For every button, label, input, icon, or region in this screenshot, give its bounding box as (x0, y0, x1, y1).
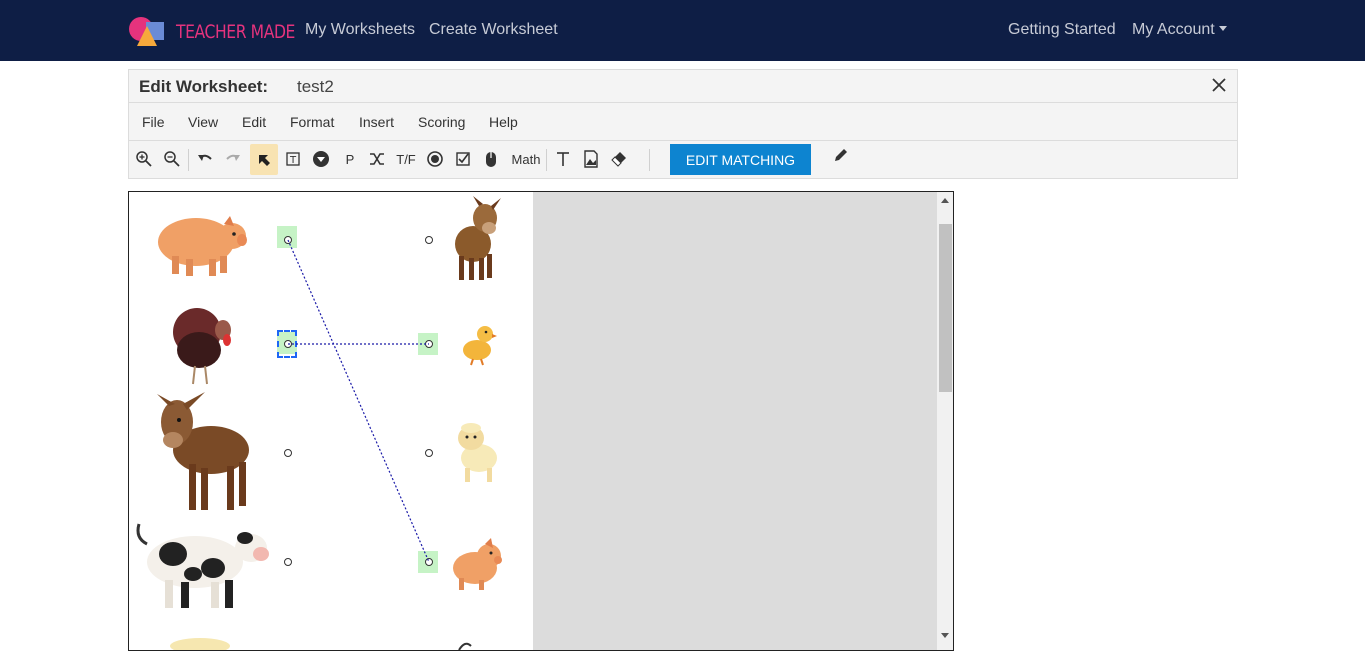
top-navbar: TEACHER MADE My Worksheets Create Worksh… (0, 0, 1365, 61)
text-box-icon[interactable]: T (279, 145, 307, 173)
edit-matching-button[interactable]: EDIT MATCHING (670, 144, 811, 175)
zoom-out-icon[interactable] (158, 145, 186, 173)
canvas-background (533, 192, 937, 650)
paragraph-icon[interactable]: P (336, 145, 364, 173)
donkey-small-image[interactable] (449, 196, 507, 282)
match-point-right-duckling[interactable] (425, 340, 433, 348)
nav-my-worksheets[interactable]: My Worksheets (305, 21, 415, 39)
worksheet-canvas[interactable] (128, 191, 954, 651)
scroll-up-icon[interactable] (941, 198, 949, 203)
nav-getting-started[interactable]: Getting Started (1008, 21, 1116, 39)
match-point-left-cow[interactable] (284, 558, 292, 566)
match-point-left-turkey[interactable] (284, 340, 292, 348)
redo-icon[interactable] (219, 145, 247, 173)
zoom-in-icon[interactable] (130, 145, 158, 173)
menu-file[interactable]: File (142, 114, 165, 130)
menu-edit[interactable]: Edit (242, 114, 266, 130)
match-point-left-donkey[interactable] (284, 449, 292, 457)
edit-worksheet-header: Edit Worksheet: test2 (128, 69, 1238, 103)
my-account-label: My Account (1132, 21, 1215, 38)
text-tool-icon[interactable] (549, 145, 577, 173)
close-icon[interactable] (1209, 75, 1229, 95)
toolbar-divider (188, 149, 189, 171)
eraser-icon[interactable] (605, 145, 633, 173)
turkey-image[interactable] (167, 304, 239, 386)
undo-icon[interactable] (191, 145, 219, 173)
menu-insert[interactable]: Insert (359, 114, 394, 130)
piglet-image[interactable] (449, 538, 507, 592)
scrollbar-thumb[interactable] (939, 224, 952, 392)
math-label: Math (511, 151, 541, 167)
match-point-right-donkey[interactable] (425, 236, 433, 244)
select-arrow-icon[interactable] (250, 144, 278, 175)
nav-my-account[interactable]: My Account (1132, 21, 1227, 39)
pig-image[interactable] (154, 204, 249, 279)
paragraph-label: P (345, 151, 355, 167)
menu-format[interactable]: Format (290, 114, 334, 130)
image-icon[interactable] (577, 145, 605, 173)
match-point-left-pig[interactable] (284, 236, 292, 244)
svg-text:T: T (289, 155, 297, 166)
vertical-scrollbar[interactable] (937, 192, 953, 650)
true-false-icon[interactable]: T/F (392, 145, 420, 173)
toolbar-divider (546, 149, 547, 171)
teachermade-logo[interactable]: TEACHER MADE (128, 14, 295, 48)
menu-view[interactable]: View (188, 114, 218, 130)
donkey-image[interactable] (149, 392, 254, 514)
connection-line-pig-piglet (287, 239, 430, 563)
shuffle-icon[interactable] (363, 145, 391, 173)
scroll-down-icon[interactable] (941, 633, 949, 638)
menu-help[interactable]: Help (489, 114, 518, 130)
worksheet-name[interactable]: test2 (297, 77, 334, 97)
partial-animal-right-image (458, 642, 472, 650)
pencil-icon[interactable] (827, 141, 855, 169)
match-point-right-lamb[interactable] (425, 449, 433, 457)
menu-scoring[interactable]: Scoring (418, 114, 465, 130)
cow-image[interactable] (133, 518, 271, 612)
logo-text: TEACHER MADE (176, 21, 295, 43)
menu-bar: File View Edit Format Insert Scoring Hel… (128, 103, 1238, 141)
worksheet-page[interactable] (129, 192, 533, 650)
tool-bar: T P T/F Math EDIT MATCHING (128, 141, 1238, 179)
dropdown-icon[interactable] (307, 145, 335, 173)
checkbox-icon[interactable] (449, 145, 477, 173)
lamb-image[interactable] (453, 422, 501, 484)
match-point-right-piglet[interactable] (425, 558, 433, 566)
math-tool[interactable]: Math (509, 145, 543, 173)
nav-create-worksheet[interactable]: Create Worksheet (429, 21, 558, 39)
edit-worksheet-label: Edit Worksheet: (139, 77, 269, 96)
chevron-down-icon (1218, 26, 1227, 31)
true-false-label: T/F (396, 151, 416, 167)
toolbar-divider (649, 149, 650, 171)
mouse-icon[interactable] (477, 145, 505, 173)
duckling-image[interactable] (459, 322, 497, 366)
partial-animal-image (170, 638, 230, 650)
logo-shapes-icon (129, 17, 164, 46)
radio-button-icon[interactable] (421, 145, 449, 173)
